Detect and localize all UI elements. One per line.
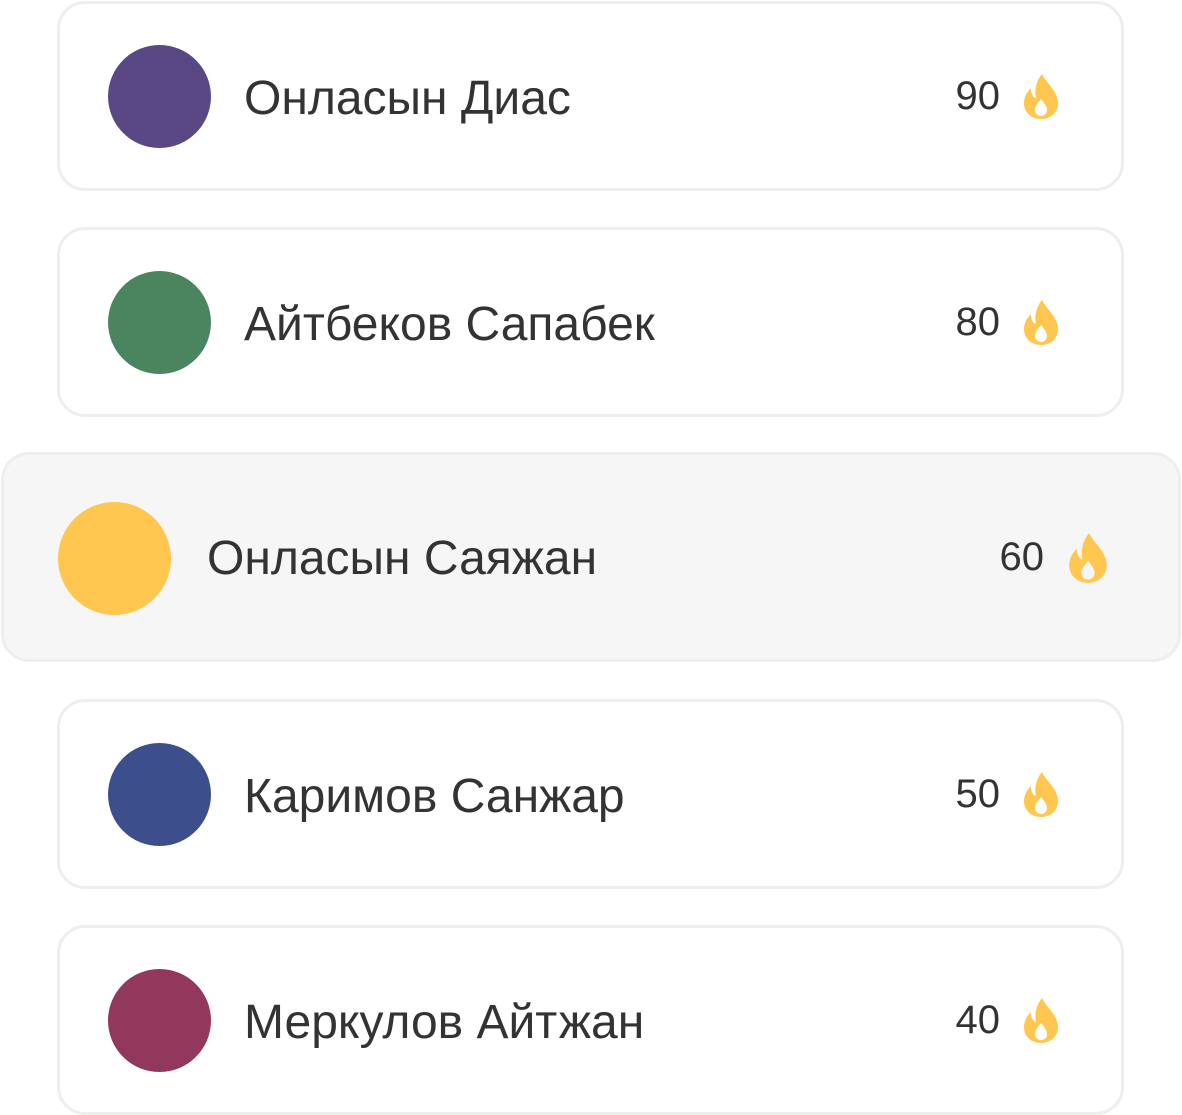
leaderboard-item[interactable]: Каримов Санжар 50 [57, 699, 1124, 889]
student-name: Каримов Санжар [244, 770, 625, 823]
score-value: 40 [955, 998, 1001, 1042]
avatar [108, 45, 211, 148]
student-name: Онласын Саяжан [207, 532, 598, 585]
leaderboard-item[interactable]: Онласын Диас 90 [57, 1, 1124, 191]
student-name: Меркулов Айтжан [244, 996, 645, 1049]
leaderboard-item[interactable]: Меркулов Айтжан 40 [57, 925, 1124, 1115]
flame-icon [1022, 997, 1060, 1044]
score-value: 60 [999, 535, 1045, 579]
score-value: 80 [955, 300, 1001, 344]
leaderboard-item[interactable]: Айтбеков Сапабек 80 [57, 227, 1124, 417]
score-value: 50 [955, 772, 1001, 816]
student-name: Онласын Диас [244, 72, 571, 125]
avatar [108, 271, 211, 374]
avatar [58, 502, 171, 615]
score-value: 90 [955, 74, 1001, 118]
avatar [108, 969, 211, 1072]
student-name: Айтбеков Сапабек [244, 298, 655, 351]
leaderboard-item-current-user[interactable]: Онласын Саяжан 60 [1, 452, 1181, 662]
flame-icon [1022, 299, 1060, 346]
flame-icon [1022, 771, 1060, 818]
flame-icon [1067, 532, 1109, 584]
avatar [108, 743, 211, 846]
flame-icon [1022, 73, 1060, 120]
